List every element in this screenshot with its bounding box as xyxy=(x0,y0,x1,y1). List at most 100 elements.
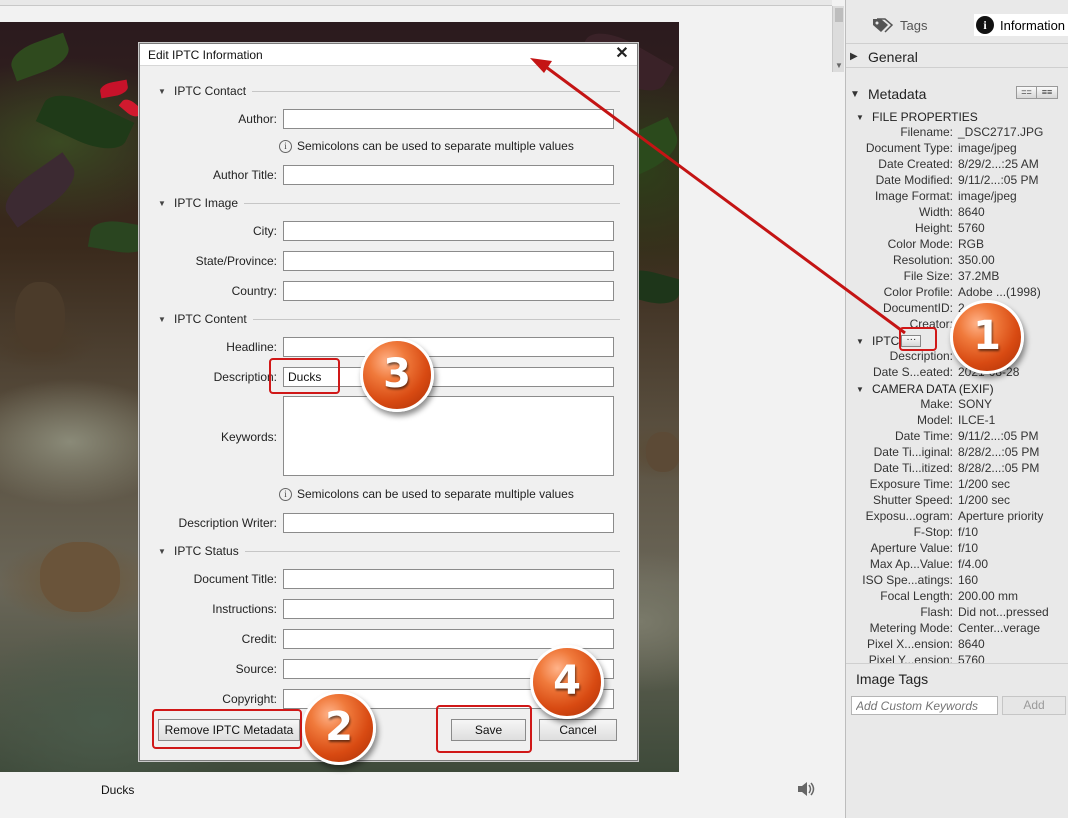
copyright-label: Copyright: xyxy=(222,692,277,706)
metadata-key: Resolution: xyxy=(892,253,953,267)
section-title: IPTC Image xyxy=(174,196,239,210)
state-label: State/Province: xyxy=(195,254,277,268)
custom-keywords-input[interactable] xyxy=(851,696,998,715)
metadata-value: _DSC2717.JPG xyxy=(958,125,1044,139)
metadata-row: File Size: 37.2MB xyxy=(846,269,1068,285)
metadata-row: Exposu...ogram: Aperture priority xyxy=(846,509,1068,525)
country-label: Country: xyxy=(231,284,277,298)
metadata-row: Height: 5760 xyxy=(846,221,1068,237)
metadata-row: ISO Spe...atings: 160 xyxy=(846,573,1068,589)
metadata-row: Date S...eated:2021-08-28 xyxy=(846,365,1068,381)
headline-field[interactable] xyxy=(283,337,614,357)
metadata-value: 8/28/2...:05 PM xyxy=(958,445,1040,459)
metadata-row: Date Ti...iginal: 8/28/2...:05 PM xyxy=(846,445,1068,461)
metadata-key: Max Ap...Value: xyxy=(869,557,953,571)
section-iptc-content[interactable]: ▼ IPTC Content xyxy=(158,311,620,327)
semicolon-hint: i Semicolons can be used to separate mul… xyxy=(279,139,574,153)
source-label: Source: xyxy=(235,662,277,676)
metadata-row: Color Mode: RGB xyxy=(846,237,1068,253)
metadata-row: Filename: _DSC2717.JPG xyxy=(846,125,1068,141)
description-writer-field[interactable] xyxy=(283,513,614,533)
tab-tags[interactable]: Tags xyxy=(872,14,927,36)
metadata-key: Model: xyxy=(916,413,953,427)
metadata-row: Exposure Time: 1/200 sec xyxy=(846,477,1068,493)
metadata-key: Date Ti...iginal: xyxy=(873,445,953,459)
metadata-row: Document Type: image/jpeg xyxy=(846,141,1068,157)
section-divider xyxy=(244,551,620,552)
metadata-row: Width: 8640 xyxy=(846,205,1068,221)
collapse-arrow-icon: ▼ xyxy=(856,336,864,346)
keywords-field[interactable] xyxy=(283,396,614,476)
hint-text: Semicolons can be used to separate multi… xyxy=(297,487,574,501)
add-keyword-button[interactable]: Add xyxy=(1002,696,1066,715)
credit-label: Credit: xyxy=(241,632,277,646)
document-title-field[interactable] xyxy=(283,569,614,589)
metadata-row: Metering Mode: Center...verage xyxy=(846,621,1068,637)
metadata-value: 1/200 sec xyxy=(958,477,1011,491)
metadata-key: Filename: xyxy=(900,125,953,139)
collapse-arrow-icon: ▼ xyxy=(158,314,166,324)
author-title-field[interactable] xyxy=(283,165,614,185)
metadata-key: Height: xyxy=(914,221,953,235)
scroll-down-icon[interactable]: ▼ xyxy=(835,61,843,70)
scrollbar-thumb[interactable] xyxy=(835,8,843,22)
section-divider xyxy=(244,203,620,204)
metadata-key: Color Mode: xyxy=(887,237,953,251)
section-iptc-contact[interactable]: ▼ IPTC Contact xyxy=(158,83,620,99)
country-field[interactable] xyxy=(283,281,614,301)
metadata-row: Aperture Value: f/10 xyxy=(846,541,1068,557)
step-badge-1: 1 xyxy=(950,300,1024,374)
info-icon: i xyxy=(279,487,292,501)
tab-information[interactable]: i Information xyxy=(974,14,1068,36)
close-icon[interactable]: ✕ xyxy=(613,45,631,63)
metadata-key: DocumentID: xyxy=(882,301,953,315)
author-field[interactable] xyxy=(283,109,614,129)
expand-arrow-icon: ▶ xyxy=(850,51,858,62)
metadata-key: Date Modified: xyxy=(875,173,953,187)
city-field[interactable] xyxy=(283,221,614,241)
metadata-value: 9/11/2...:05 PM xyxy=(958,429,1039,443)
section-iptc-image[interactable]: ▼ IPTC Image xyxy=(158,195,620,211)
author-title-label: Author Title: xyxy=(212,168,277,182)
panel-tabs: Tags i Information xyxy=(846,6,1068,44)
metadata-row: Focal Length: 200.00 mm xyxy=(846,589,1068,605)
step-badge-3: 3 xyxy=(360,338,434,412)
metadata-key: Focal Length: xyxy=(880,589,953,603)
metadata-key: Exposu...ogram: xyxy=(865,509,953,523)
metadata-section-label: Metadata xyxy=(868,86,927,102)
section-iptc-status[interactable]: ▼ IPTC Status xyxy=(158,543,620,559)
headline-label: Headline: xyxy=(226,340,277,354)
tab-tags-label: Tags xyxy=(900,17,928,33)
top-toolbar-strip xyxy=(0,0,832,6)
metadata-key: Flash: xyxy=(920,605,953,619)
collapse-arrow-icon: ▼ xyxy=(158,198,166,208)
metadata-value: 350.00 xyxy=(958,253,995,267)
metadata-value: 8640 xyxy=(958,205,985,219)
section-title: IPTC Contact xyxy=(174,84,247,98)
metadata-value: 8/29/2...:25 AM xyxy=(958,157,1039,171)
metadata-value: 5760 xyxy=(958,221,985,235)
info-panel: Tags i Information ▶ General ▼ Metadata … xyxy=(845,0,1068,818)
camera-data-group[interactable]: ▼ CAMERA DATA (EXIF) xyxy=(856,382,994,396)
description-label: Description: xyxy=(213,370,277,384)
brief-view-button[interactable]: == xyxy=(1016,86,1037,99)
cancel-button[interactable]: Cancel xyxy=(539,719,617,741)
metadata-row: Resolution: 350.00 xyxy=(846,253,1068,269)
highlight-remove-button xyxy=(152,709,302,749)
instructions-field[interactable] xyxy=(283,599,614,619)
metadata-value: RGB xyxy=(958,237,985,251)
dialog-titlebar[interactable]: Edit IPTC Information ✕ xyxy=(140,44,637,66)
speaker-icon[interactable] xyxy=(796,780,816,798)
highlight-save-button xyxy=(436,705,532,753)
file-properties-group[interactable]: ▼ FILE PROPERTIES xyxy=(856,110,978,124)
collapse-arrow-icon: ▼ xyxy=(850,88,860,100)
metadata-value: Adobe ...(1998) xyxy=(958,285,1041,299)
group-title: IPTC xyxy=(872,334,900,348)
photo-caption: Ducks xyxy=(101,783,135,797)
metadata-row: Date Time: 9/11/2...:05 PM xyxy=(846,429,1068,445)
state-field[interactable] xyxy=(283,251,614,271)
metadata-key: Make: xyxy=(920,397,953,411)
general-section-header[interactable]: ▶ General xyxy=(846,46,1068,68)
complete-view-button[interactable]: ≡≡ xyxy=(1037,86,1058,99)
vertical-scrollbar[interactable]: ▼ xyxy=(832,6,844,72)
